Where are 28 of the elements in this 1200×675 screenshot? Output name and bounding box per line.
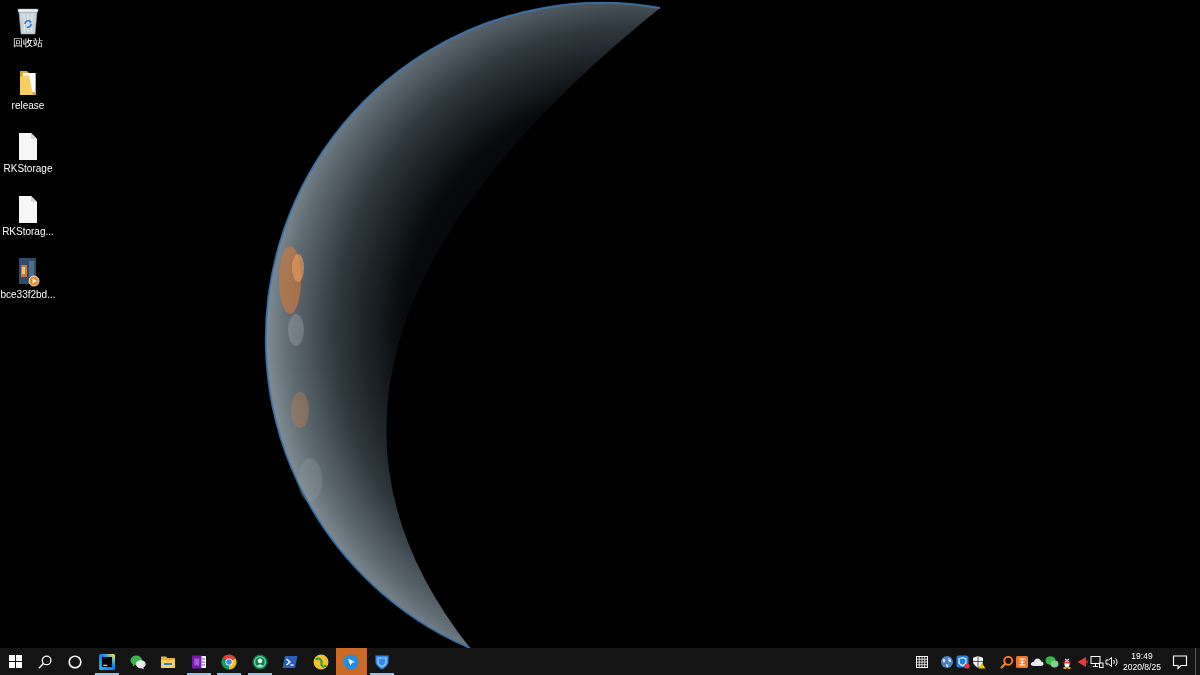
shield-warning-icon — [972, 654, 986, 669]
shield-icon — [373, 653, 390, 670]
chat-bubbles-icon — [129, 653, 146, 670]
shield-badge-icon — [956, 654, 970, 669]
desktop-shortcut[interactable]: bce33f2bd... — [0, 257, 56, 300]
search-icon — [38, 654, 52, 669]
magnifier-icon — [999, 654, 1014, 669]
editor-app-icon — [99, 653, 116, 670]
globe-icon — [940, 654, 954, 669]
swirl-circle-icon — [312, 653, 329, 670]
desktop-shortcut[interactable]: release — [0, 68, 56, 111]
notebook-icon — [190, 653, 207, 670]
grid-icon — [915, 654, 929, 669]
chat-bubbles-icon — [1044, 654, 1059, 669]
desktop-shortcut[interactable]: 回收站 — [0, 5, 56, 48]
network-icon — [1089, 654, 1104, 669]
start-logo-icon — [8, 655, 22, 668]
terminal-icon — [282, 653, 299, 670]
recycle-bin-icon — [15, 5, 41, 35]
clock-button[interactable]: 19:49 2020/8/25 — [1119, 648, 1165, 675]
browser-icon — [221, 653, 238, 670]
volume-icon — [1104, 654, 1119, 669]
notifications-icon — [1172, 653, 1188, 670]
tile-icon — [1014, 654, 1029, 669]
desktop-shortcut[interactable]: RKStorag... — [0, 194, 56, 237]
person-circle-icon — [251, 653, 268, 670]
desktop-shortcut[interactable]: RKStorage — [0, 131, 56, 174]
ring-icon — [68, 654, 82, 669]
